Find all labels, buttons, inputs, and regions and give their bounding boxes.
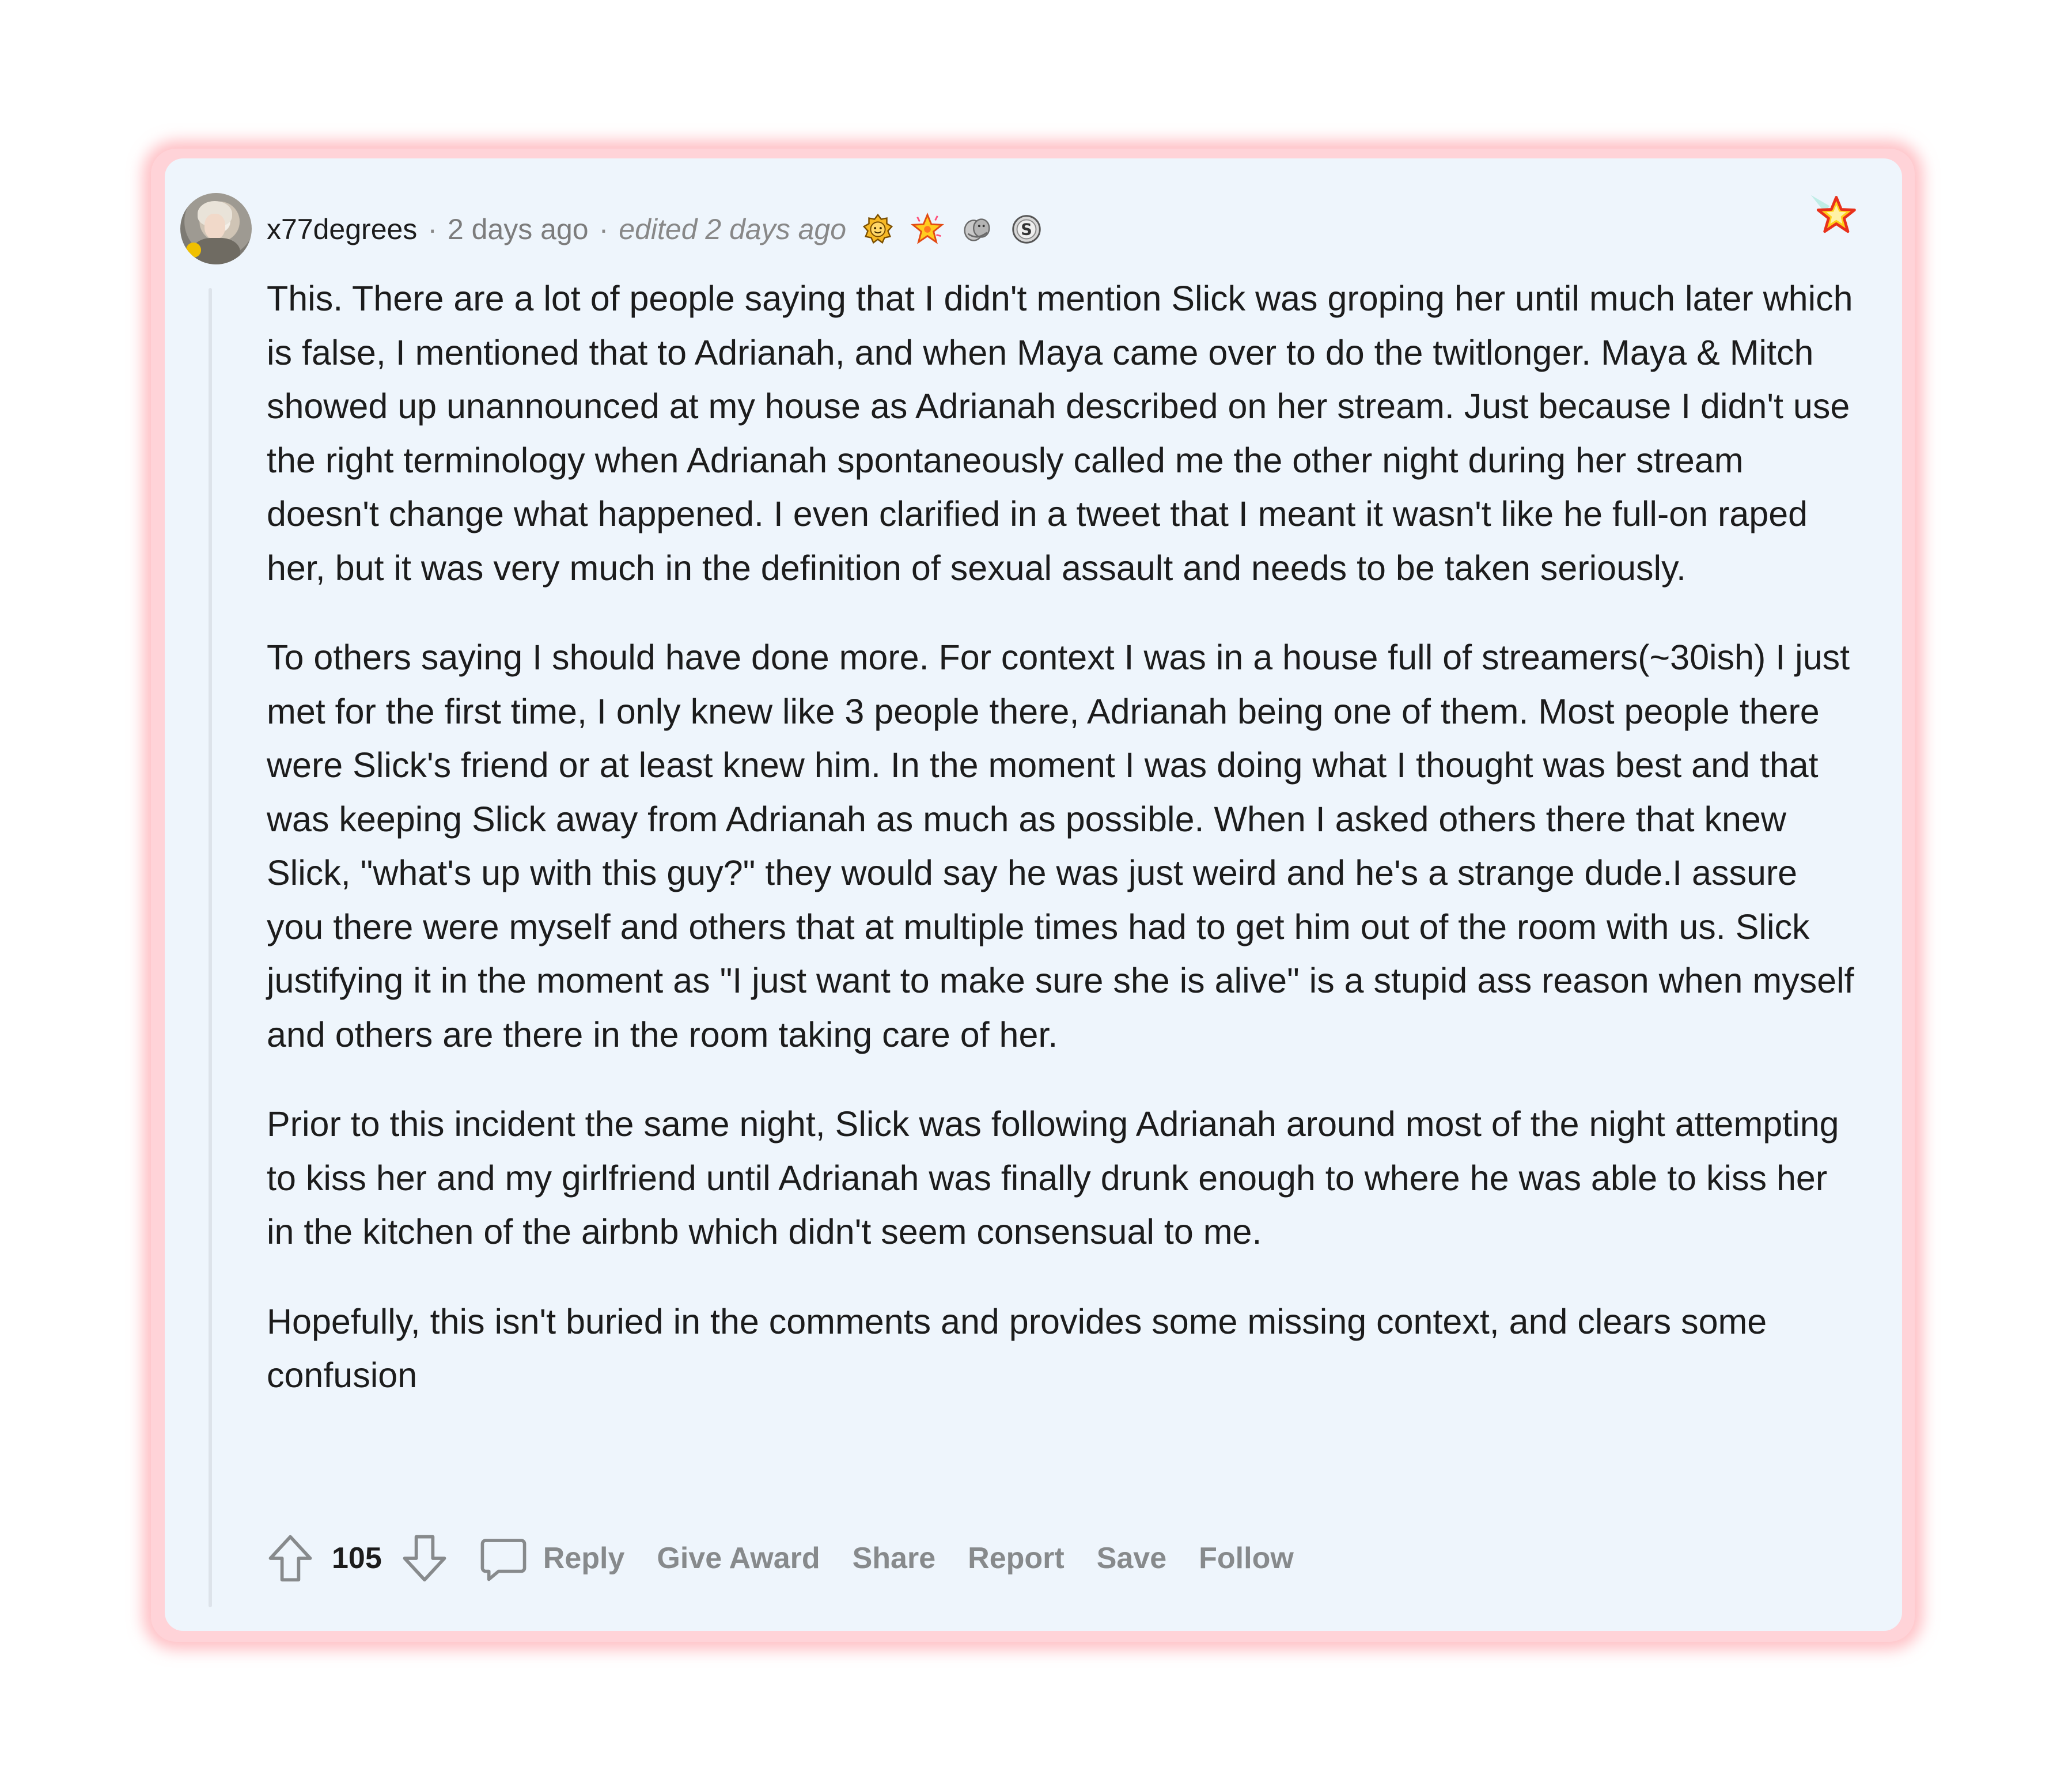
vote-score: 105 [332,1542,382,1575]
username-link[interactable]: x77degrees [267,213,417,246]
report-button[interactable]: Report [968,1541,1065,1576]
starstruck-award-icon[interactable] [910,211,945,247]
comment-paragraph: Prior to this incident the same night, S… [267,1104,1839,1251]
avatar[interactable] [180,193,252,264]
comment-paragraph: To others saying I should have done more… [267,638,1854,1054]
save-button[interactable]: Save [1097,1541,1166,1576]
separator-dot: · [599,213,609,245]
silver-award-icon[interactable]: S [1009,211,1044,247]
separator-dot: · [427,213,437,245]
downvote-arrow-icon[interactable] [398,1532,451,1585]
timestamp-link[interactable]: 2 days ago [448,213,589,246]
upvote-arrow-icon[interactable] [264,1532,317,1585]
comment-body: This. There are a lot of people saying t… [267,272,1857,1438]
share-button[interactable]: Share [853,1541,936,1576]
hugz-award-icon[interactable] [959,211,995,247]
comment-card: x77degrees · 2 days ago · edited 2 days … [165,158,1902,1631]
comment-header: x77degrees · 2 days ago · edited 2 days … [267,209,1044,249]
svg-text:S: S [1021,221,1032,239]
rocket-star-award-icon[interactable] [1808,190,1861,243]
comment-paragraph: Hopefully, this isn't buried in the comm… [267,1301,1767,1395]
give-award-button[interactable]: Give Award [657,1541,820,1576]
reply-button[interactable]: Reply [543,1541,625,1576]
follow-button[interactable]: Follow [1199,1541,1294,1576]
comment-paragraph: This. There are a lot of people saying t… [267,279,1853,588]
wholesome-seal-award-icon[interactable] [860,211,896,247]
edited-label: edited 2 days ago [619,213,847,245]
thread-line[interactable] [209,288,212,1607]
comment-action-bar: 105 Reply Give Award Share Report Save F… [264,1529,1326,1587]
comment-bubble-icon[interactable] [478,1532,529,1584]
